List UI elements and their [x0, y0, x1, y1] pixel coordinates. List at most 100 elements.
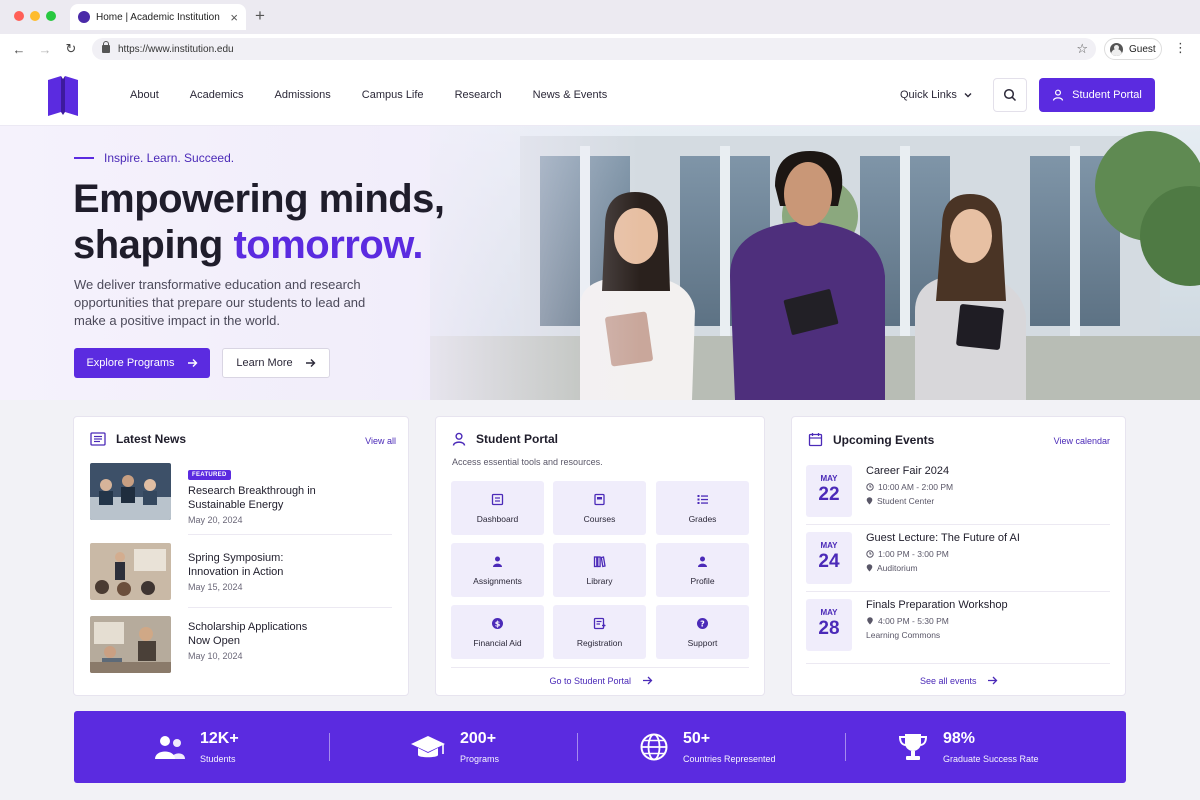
- tile-assignments[interactable]: Assignments: [451, 543, 544, 597]
- nav-academics[interactable]: Academics: [190, 89, 244, 101]
- nav-research[interactable]: Research: [455, 89, 502, 101]
- featured-badge: FEATURED: [188, 470, 231, 480]
- event-time-row: 4:00 PM - 5:30 PM: [866, 616, 1008, 626]
- clock-icon: [866, 483, 874, 491]
- stat-divider: [329, 733, 330, 761]
- tile-label: Financial Aid: [473, 637, 522, 648]
- news-thumbnail-symposium: [90, 543, 171, 600]
- close-window-button[interactable]: [14, 11, 24, 21]
- forward-button[interactable]: →: [32, 42, 58, 57]
- tile-label: Support: [687, 637, 718, 648]
- event-title: Finals Preparation Workshop: [866, 599, 1008, 611]
- window-controls: [14, 11, 56, 21]
- stat-label: Programs: [460, 754, 500, 764]
- tile-label: Grades: [688, 513, 717, 524]
- event-day: 22: [818, 484, 840, 505]
- news-headline: Research Breakthrough in Sustainable Ene…: [188, 485, 316, 511]
- address-bar[interactable]: https://www.institution.edu ☆: [92, 38, 1096, 60]
- lock-icon: [102, 41, 110, 53]
- learn-more-button[interactable]: Learn More: [222, 348, 330, 378]
- nav-admissions[interactable]: Admissions: [275, 89, 331, 101]
- go-to-student-portal-link[interactable]: Go to Student Portal: [436, 676, 766, 686]
- tile-support[interactable]: ? Support: [656, 605, 749, 659]
- graduation-cap-icon: [411, 736, 445, 758]
- bookmark-star-icon[interactable]: ☆: [1076, 41, 1088, 57]
- event-month: MAY: [820, 541, 838, 550]
- student-portal-button-label: Student Portal: [1072, 89, 1142, 101]
- nav-about[interactable]: About: [130, 89, 159, 101]
- event-location-row: Auditorium: [866, 563, 1020, 573]
- event-month: MAY: [820, 608, 838, 617]
- financial-aid-icon: $: [492, 617, 503, 629]
- news-thumbnail-meeting: [90, 463, 171, 520]
- new-tab-button[interactable]: +: [255, 6, 265, 26]
- arrow-right-icon: [187, 359, 198, 367]
- back-button[interactable]: ←: [6, 42, 32, 57]
- globe-icon: [640, 733, 668, 761]
- event-location: Auditorium: [877, 563, 918, 573]
- profile-icon: [698, 556, 707, 567]
- hero-headline-accent: tomorrow.: [233, 223, 424, 267]
- search-icon: [1003, 88, 1017, 102]
- event-time: 1:00 PM - 3:00 PM: [878, 549, 949, 559]
- browser-tab[interactable]: Home | Academic Institution ×: [70, 4, 246, 30]
- tile-courses[interactable]: Courses: [553, 481, 646, 535]
- event-day: 24: [818, 551, 840, 572]
- tile-registration[interactable]: Registration: [553, 605, 646, 659]
- learn-more-label: Learn More: [236, 357, 293, 369]
- tile-profile[interactable]: Profile: [656, 543, 749, 597]
- news-view-all-link[interactable]: View all: [365, 436, 396, 446]
- hero-headline-line1: Empowering minds,: [73, 177, 445, 221]
- tile-library[interactable]: Library: [553, 543, 646, 597]
- profile-button[interactable]: Guest: [1104, 38, 1162, 60]
- institution-logo[interactable]: [46, 74, 80, 116]
- news-item[interactable]: FEATURED Research Breakthrough in Sustai…: [90, 463, 392, 525]
- stats-band: 12K+ Students 200+ Programs 50+ Countries R…: [74, 711, 1126, 783]
- minimize-window-button[interactable]: [30, 11, 40, 21]
- arrow-right-icon: [988, 676, 998, 685]
- registration-icon: [593, 617, 606, 629]
- event-date-box: MAY 24: [806, 532, 852, 584]
- nav-campus-life[interactable]: Campus Life: [362, 89, 424, 101]
- tab-close-icon[interactable]: ×: [230, 10, 238, 25]
- courses-icon: [594, 493, 605, 505]
- explore-programs-label: Explore Programs: [86, 357, 175, 369]
- event-location: Student Center: [877, 496, 935, 506]
- stat-students: 12K+ Students: [154, 711, 239, 783]
- reload-button[interactable]: ↻: [58, 41, 84, 57]
- event-item[interactable]: MAY 22 Career Fair 2024 10:00 AM - 2:00 …: [806, 465, 1110, 525]
- stat-divider: [577, 733, 578, 761]
- tile-label: Dashboard: [476, 513, 519, 524]
- stat-value: 50+: [683, 730, 711, 747]
- tile-financial-aid[interactable]: $ Financial Aid: [451, 605, 544, 659]
- tile-label: Courses: [583, 513, 616, 524]
- event-item[interactable]: MAY 28 Finals Preparation Workshop 4:00 …: [806, 599, 1110, 659]
- library-icon: [593, 555, 606, 567]
- see-all-events-link[interactable]: See all events: [792, 676, 1126, 686]
- stat-programs: 200+ Programs: [410, 711, 499, 783]
- browser-chrome: Home | Academic Institution × + ← → ↻ ht…: [0, 0, 1200, 64]
- quick-links-dropdown[interactable]: Quick Links: [900, 89, 973, 101]
- news-thumbnail-scholarship: [90, 616, 171, 673]
- upcoming-events-header: Upcoming Events: [808, 432, 934, 447]
- tile-dashboard[interactable]: Dashboard: [451, 481, 544, 535]
- user-icon: [1053, 89, 1064, 101]
- maximize-window-button[interactable]: [46, 11, 56, 21]
- hero-section: Inspire. Learn. Succeed. Empowering mind…: [0, 126, 1200, 400]
- tile-grades[interactable]: Grades: [656, 481, 749, 535]
- user-icon: [452, 432, 466, 446]
- news-item[interactable]: Spring Symposium: Innovation in Action M…: [90, 543, 392, 603]
- search-button[interactable]: [993, 78, 1027, 112]
- browser-menu-icon[interactable]: ⋮: [1174, 40, 1187, 56]
- event-item[interactable]: MAY 24 Guest Lecture: The Future of AI 1…: [806, 532, 1110, 592]
- news-item[interactable]: Scholarship Applications Now Open May 10…: [90, 616, 392, 676]
- view-calendar-link[interactable]: View calendar: [1054, 436, 1110, 446]
- explore-programs-button[interactable]: Explore Programs: [74, 348, 210, 378]
- student-portal-button[interactable]: Student Portal: [1039, 78, 1155, 112]
- news-divider: [188, 607, 392, 608]
- arrow-right-icon: [642, 676, 652, 685]
- news-date: May 20, 2024: [188, 515, 243, 525]
- nav-news-events[interactable]: News & Events: [533, 89, 608, 101]
- event-body: Guest Lecture: The Future of AI 1:00 PM …: [866, 532, 1020, 573]
- news-item-text: Spring Symposium: Innovation in Action M…: [188, 551, 328, 592]
